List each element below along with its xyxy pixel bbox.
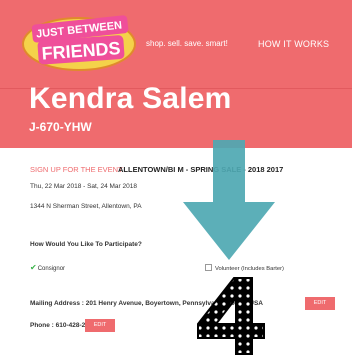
step-number-icon xyxy=(197,277,265,355)
consignor-label: Consignor xyxy=(37,266,66,272)
down-arrow-icon xyxy=(183,140,275,260)
volunteer-checkbox[interactable] xyxy=(205,264,212,271)
signup-label[interactable]: SIGN UP FOR THE EVENT xyxy=(30,165,123,174)
consignor-option[interactable]: ✔Consignor xyxy=(30,263,65,272)
volunteer-option[interactable]: Volunteer (Includes Barter) xyxy=(205,264,284,272)
event-address: 1344 N Sherman Street, Allentown, PA xyxy=(30,203,142,210)
nav-how-it-works[interactable]: HOW IT WORKS xyxy=(258,39,329,49)
profile-name: Kendra Salem xyxy=(29,82,232,115)
event-dates: Thu, 22 Mar 2018 - Sat, 24 Mar 2018 xyxy=(30,183,137,190)
volunteer-label: Volunteer (Includes Barter) xyxy=(215,266,284,272)
logo[interactable]: JUST BETWEEN FRIENDS xyxy=(20,12,138,74)
edit-mailing-button[interactable]: EDIT xyxy=(305,297,335,310)
tagline: shop. sell. save. smart! xyxy=(146,39,228,48)
check-icon: ✔ xyxy=(30,263,37,272)
participation-question: How Would You Like To Participate? xyxy=(30,241,142,248)
edit-phone-button[interactable]: EDIT xyxy=(85,319,115,332)
profile-code: J-670-YHW xyxy=(29,120,92,134)
